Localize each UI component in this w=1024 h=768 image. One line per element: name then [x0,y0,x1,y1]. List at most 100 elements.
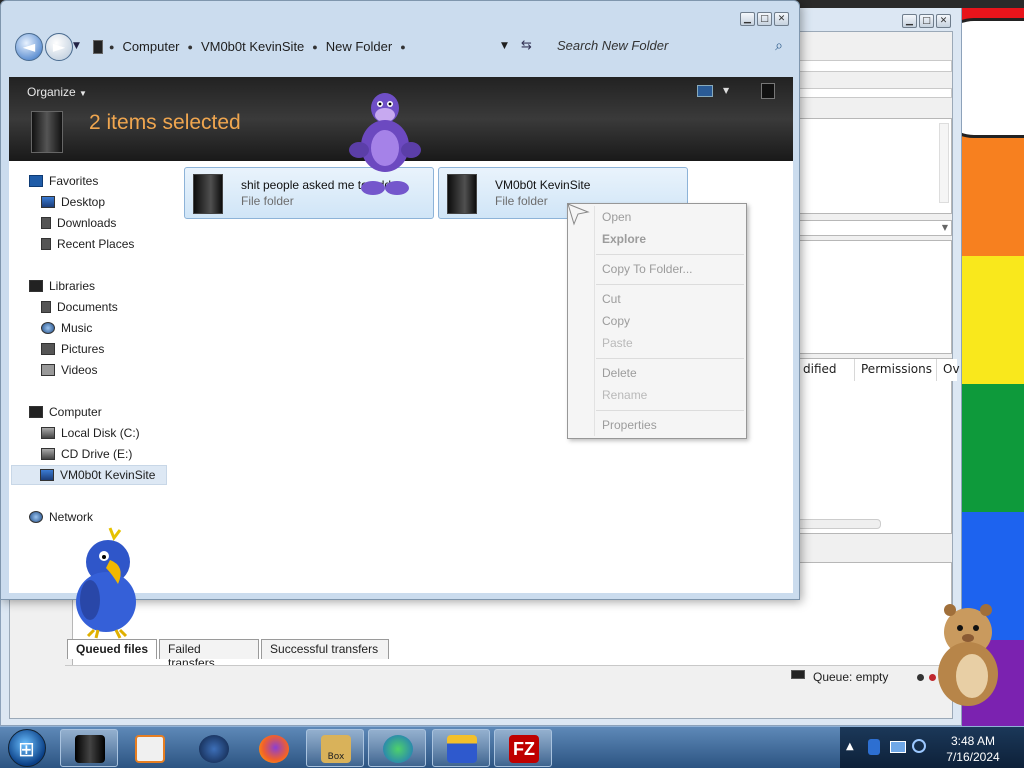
explorer-icon [75,735,105,763]
breadcrumb-kevinsite[interactable]: VM0b0t KevinSite [201,39,304,54]
minimize-button[interactable]: ▁ [740,12,755,26]
taskbar-clock[interactable]: 3:48 AM 7/16/2024 [940,733,1006,765]
breadcrumb-arrow-icon[interactable]: ● [188,42,193,52]
breadcrumb-computer[interactable]: Computer [122,39,179,54]
chevron-down-icon[interactable]: ▼ [723,86,729,95]
remote-path-combo[interactable]: ▼ [796,220,952,236]
horizontal-scrollbar[interactable] [797,519,881,529]
breadcrumb-new-folder[interactable]: New Folder [326,39,392,54]
preview-pane-icon[interactable] [761,83,775,99]
column-header-modified[interactable]: dified [797,359,855,381]
bird-app-icon [447,735,477,763]
minimize-button[interactable]: ▁ [902,14,917,28]
globe-icon [199,735,229,763]
menu-item-rename[interactable]: Rename [602,388,647,402]
search-placeholder: Search New Folder [557,38,669,53]
column-header-owner[interactable]: Ov [937,359,960,381]
address-bar: ◄ ► ▼ ● Computer ● VM0b0t KevinSite ● Ne… [9,29,795,71]
network-icon [29,511,43,523]
tray-overflow-icon[interactable]: ▲ [846,741,854,752]
menu-item-cut[interactable]: Cut [602,292,621,306]
nav-recent-places[interactable]: Recent Places [41,234,134,254]
chevron-down-icon: ▼ [79,89,87,98]
folder-name: VM0b0t KevinSite [495,178,591,192]
remote-tree [796,240,952,354]
scrollbar[interactable] [939,123,949,203]
start-button[interactable]: ⊞ [8,729,46,767]
tray-volume-icon[interactable] [912,739,926,753]
nav-libraries[interactable]: Libraries [29,276,95,296]
menu-item-delete[interactable]: Delete [602,366,637,380]
taskbar-globe-button[interactable] [184,729,242,767]
nav-vm0b0t-kevinsite[interactable]: VM0b0t KevinSite [11,465,167,485]
back-button[interactable]: ◄ [15,33,43,61]
pictures-icon [41,343,55,355]
taskbar-explorer-button[interactable] [60,729,118,767]
hamster-mascot[interactable] [920,598,1010,708]
address-dropdown-chevron-icon[interactable]: ▼ [501,41,508,51]
remote-file-list: dified Permissions Ov [796,358,960,534]
computer-location-icon [93,40,103,54]
filezilla-toolbar-strip-2 [796,88,952,98]
recent-places-icon [41,238,51,250]
refresh-icon[interactable]: ⇆ [521,38,532,53]
forward-button[interactable]: ► [45,33,73,61]
queue-status: Queue: empty [813,670,889,684]
menu-separator [596,284,744,285]
nav-videos[interactable]: Videos [41,360,97,380]
taskbar-filezilla-button[interactable]: FZ [494,729,552,767]
nav-favorites[interactable]: Favorites [29,171,98,191]
menu-item-copy[interactable]: Copy [602,314,630,328]
taskbar-download-manager-button[interactable] [368,729,426,767]
view-options-icon[interactable] [697,85,713,97]
search-icon[interactable]: ⌕ [775,37,783,54]
breadcrumb-arrow-icon[interactable]: ● [109,42,114,52]
menu-item-explore[interactable]: Explore [602,232,646,246]
nav-desktop[interactable]: Desktop [41,192,105,212]
tray-network-icon[interactable] [890,741,906,753]
taskbar: ⊞ Box FZ ▲ 3:48 AM 7/16/2024 [0,726,1024,768]
recent-pages-chevron-icon[interactable]: ▼ [73,41,80,51]
close-button[interactable]: ✕ [774,12,789,26]
selection-info: 2 items selected [89,111,241,134]
purple-gorilla-mascot[interactable] [345,88,425,200]
taskbar-box-button[interactable]: Box [306,729,364,767]
nav-cd-drive[interactable]: CD Drive (E:) [41,444,132,464]
documents-icon [41,301,51,313]
nav-pictures[interactable]: Pictures [41,339,104,359]
context-menu: Open Explore Copy To Folder... Cut Copy … [567,203,747,439]
taskbar-firefox-button[interactable] [244,729,302,767]
nav-computer[interactable]: Computer [29,402,102,422]
breadcrumb-arrow-icon[interactable]: ● [400,42,405,52]
maximize-button[interactable]: □ [757,12,772,26]
music-icon [41,322,55,334]
tray-shield-icon[interactable] [868,739,880,755]
desktop: ▁ □ ✕ ▼ dified Permissions Ov Queued fil… [0,0,1024,768]
folder-icon [447,174,477,214]
column-header-permissions[interactable]: Permissions [855,359,937,381]
breadcrumb-arrow-icon[interactable]: ● [312,42,317,52]
media-player-icon [135,735,165,763]
blue-parrot-mascot[interactable] [70,522,142,640]
nav-local-disk[interactable]: Local Disk (C:) [41,423,140,443]
tab-failed-transfers[interactable]: Failed transfers [159,639,260,670]
taskbar-bird-button[interactable] [432,729,490,767]
tab-queued-files[interactable]: Queued files [67,639,158,659]
tab-successful-transfers[interactable]: Successful transfers [261,639,390,659]
nav-music[interactable]: Music [41,318,92,338]
close-button[interactable]: ✕ [936,14,951,28]
computer-icon [29,406,43,418]
nav-downloads[interactable]: Downloads [41,213,116,233]
menu-item-properties[interactable]: Properties [602,418,657,432]
taskbar-media-player-button[interactable] [120,729,178,767]
menu-item-open[interactable]: Open [602,210,631,224]
nav-documents[interactable]: Documents [41,297,118,317]
cd-drive-icon [41,448,55,460]
menu-item-paste[interactable]: Paste [602,336,633,350]
filezilla-status-bar: Queue: empty [65,665,943,687]
star-icon [29,175,43,187]
organize-button[interactable]: Organize ▼ [27,85,87,99]
search-input[interactable]: Search New Folder ⌕ [549,35,789,59]
menu-item-copy-to-folder[interactable]: Copy To Folder... [602,262,693,276]
maximize-button[interactable]: □ [919,14,934,28]
